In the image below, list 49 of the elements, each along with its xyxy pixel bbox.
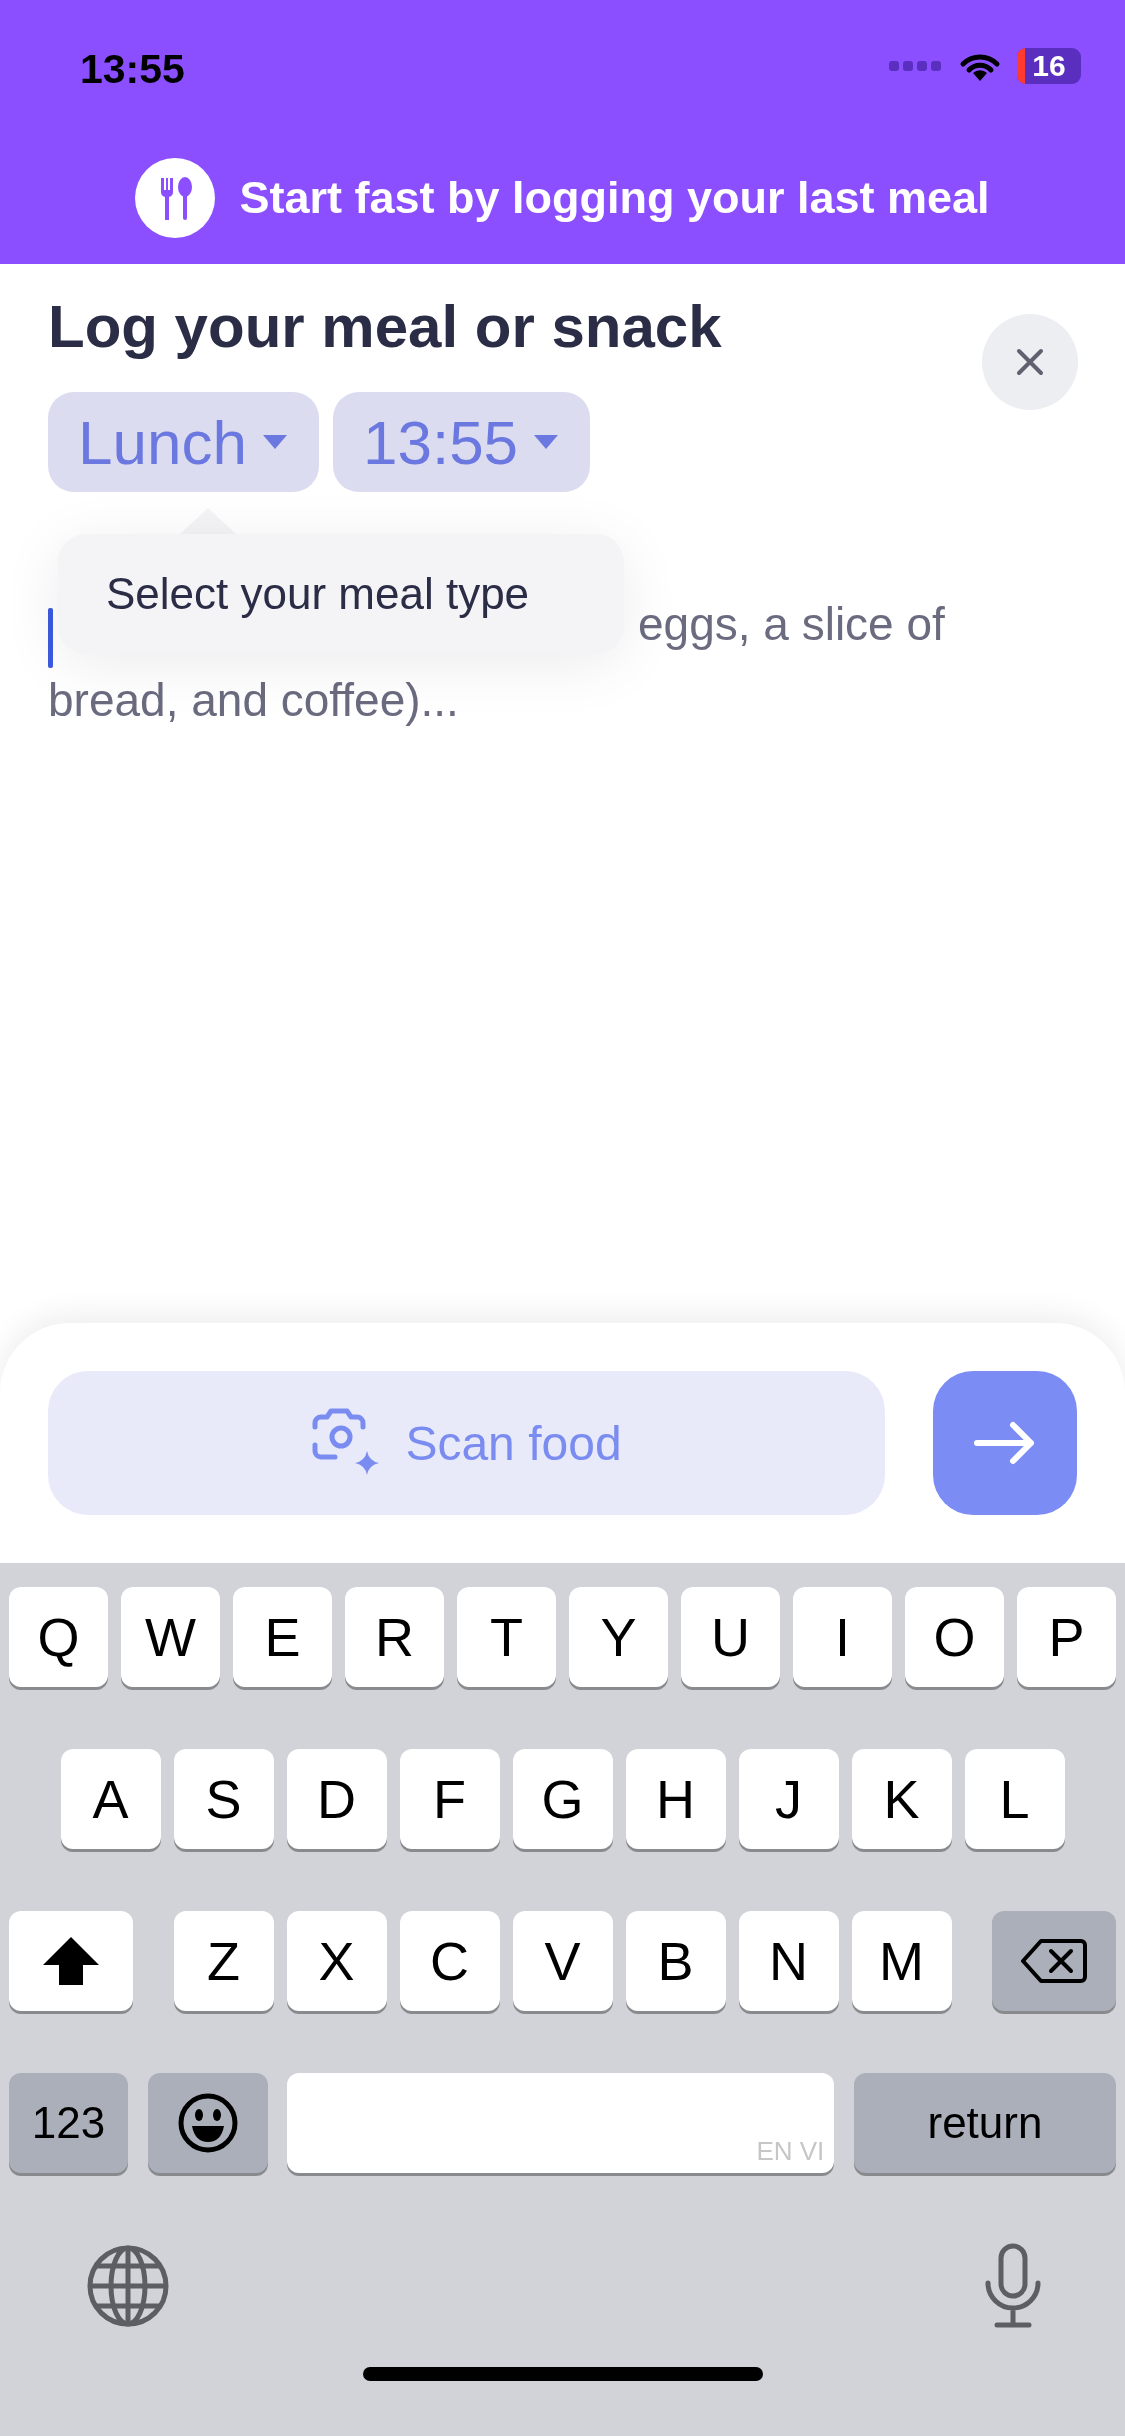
submit-button[interactable] [933, 1371, 1077, 1515]
shift-arrow-icon [41, 1935, 101, 1987]
letter-key[interactable]: X [286, 1911, 387, 2011]
letter-key[interactable]: U [681, 1587, 780, 1687]
arrow-right-icon [973, 1421, 1037, 1465]
delete-key[interactable] [992, 1911, 1116, 2011]
fork-spoon-icon [135, 158, 216, 238]
letter-key[interactable]: L [964, 1749, 1065, 1849]
tooltip: Select your meal type [58, 534, 624, 654]
letter-key[interactable]: W [121, 1587, 220, 1687]
close-icon [1015, 347, 1045, 377]
letter-key[interactable]: S [173, 1749, 274, 1849]
letter-key[interactable]: Z [173, 1911, 274, 2011]
sheet-title: Log your meal or snack [48, 292, 722, 361]
smiley-icon [176, 2092, 239, 2154]
letter-key[interactable]: P [1017, 1587, 1116, 1687]
letter-key[interactable]: Y [569, 1587, 668, 1687]
numbers-key[interactable]: 123 [9, 2073, 128, 2173]
letter-key[interactable]: G [512, 1749, 613, 1849]
letter-key[interactable]: F [399, 1749, 500, 1849]
globe-icon[interactable] [86, 2244, 170, 2328]
banner-text: Start fast by logging your last meal [239, 172, 990, 224]
return-key[interactable]: return [853, 2073, 1116, 2173]
status-time: 13:55 [80, 44, 185, 93]
caret-icon [532, 433, 561, 451]
text-cursor [48, 608, 53, 668]
letter-key[interactable]: V [512, 1911, 613, 2011]
shift-key[interactable] [9, 1911, 133, 2011]
letter-key[interactable]: B [625, 1911, 726, 2011]
backspace-icon [1021, 1938, 1087, 1984]
signal-icon [889, 59, 943, 73]
letter-key[interactable]: R [345, 1587, 444, 1687]
letter-key[interactable]: I [793, 1587, 892, 1687]
letter-key[interactable]: O [905, 1587, 1004, 1687]
microphone-icon[interactable] [983, 2243, 1043, 2329]
letter-key[interactable]: J [738, 1749, 839, 1849]
battery-indicator: 16 [1017, 48, 1081, 84]
letter-key[interactable]: K [851, 1749, 952, 1849]
letter-key[interactable]: D [286, 1749, 387, 1849]
letter-key[interactable]: E [233, 1587, 332, 1687]
letter-key[interactable]: M [851, 1911, 952, 2011]
letter-key[interactable]: T [457, 1587, 556, 1687]
letter-key[interactable]: C [399, 1911, 500, 2011]
letter-key[interactable]: N [738, 1911, 839, 2011]
letter-key[interactable]: A [60, 1749, 161, 1849]
emoji-key[interactable] [147, 2073, 268, 2173]
letter-key[interactable]: Q [9, 1587, 108, 1687]
letter-key[interactable]: H [625, 1749, 726, 1849]
caret-icon [260, 433, 289, 451]
